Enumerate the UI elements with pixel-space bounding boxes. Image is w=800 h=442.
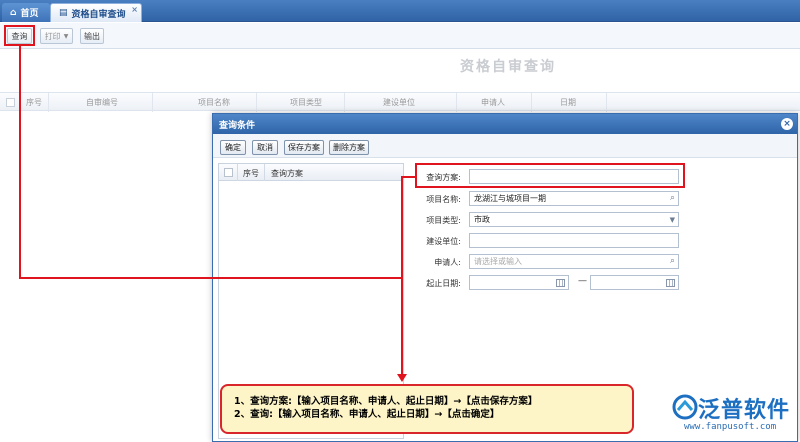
- calendar-icon[interactable]: [666, 279, 675, 287]
- export-button[interactable]: 输出: [80, 28, 104, 44]
- project-type-label: 项目类型:: [426, 216, 461, 225]
- instruction-line-2: 2、查询:【输入项目名称、申请人、起止日期】→【点击确定】: [234, 409, 500, 420]
- date-range-label: 起止日期:: [426, 279, 461, 288]
- instruction-note: 1、查询方案:【输入项目名称、申请人、起止日期】→【点击保存方案】 2、查询:【…: [220, 384, 634, 434]
- chevron-down-icon: ▼: [63, 32, 69, 40]
- grid-header: 序号 自审编号 项目名称 项目类型 建设单位 申请人 日期: [0, 92, 800, 112]
- instruction-line-1: 1、查询方案:【输入项目名称、申请人、起止日期】→【点击保存方案】: [234, 396, 538, 407]
- brand-url: www.fanpusoft.com: [684, 422, 777, 432]
- connector-line: [19, 46, 21, 279]
- project-name-input[interactable]: 龙湖江与城项目一期 ⌕: [469, 191, 679, 206]
- connector-line: [401, 176, 403, 376]
- col-applicant: 申请人: [481, 98, 505, 107]
- brand-name: 泛普软件: [698, 398, 791, 423]
- print-label: 打印: [44, 31, 61, 41]
- highlight-scheme-field: [415, 163, 685, 188]
- confirm-button[interactable]: 确定: [220, 140, 246, 155]
- search-icon[interactable]: ⌕: [670, 256, 675, 266]
- date-separator: —: [578, 276, 587, 286]
- project-name-value: 龙湖江与城项目一期: [474, 194, 546, 203]
- tab-bar: ⌂ 首页 ▤ 资格自审查询 ×: [0, 0, 800, 22]
- close-icon[interactable]: ×: [781, 118, 793, 130]
- col-project-name: 项目名称: [198, 98, 230, 107]
- applicant-label: 申请人:: [434, 258, 461, 267]
- dialog-titlebar: 查询条件 ×: [213, 114, 797, 134]
- project-name-label: 项目名称:: [426, 195, 461, 204]
- scheme-select-all-checkbox[interactable]: [224, 168, 233, 177]
- print-button[interactable]: 打印 ▼: [40, 28, 73, 44]
- dialog-title: 查询条件: [219, 120, 256, 131]
- col-construction-unit: 建设单位: [383, 98, 415, 107]
- search-icon[interactable]: ⌕: [670, 193, 675, 203]
- col-index: 序号: [26, 98, 42, 107]
- start-date-input[interactable]: [469, 275, 569, 290]
- col-audit-no: 自审编号: [86, 98, 118, 107]
- select-all-checkbox[interactable]: [6, 98, 15, 107]
- project-type-value: 市政: [474, 215, 490, 224]
- save-scheme-button[interactable]: 保存方案: [284, 140, 324, 155]
- home-icon: ⌂: [10, 7, 17, 18]
- applicant-placeholder: 请选择或输入: [474, 257, 522, 266]
- calendar-icon[interactable]: [556, 279, 565, 287]
- tab-qualification-query[interactable]: ▤ 资格自审查询 ×: [50, 3, 142, 22]
- chevron-down-icon[interactable]: ▼: [670, 216, 675, 224]
- scheme-list-header: 序号 查询方案: [219, 164, 403, 181]
- logo-icon: [672, 394, 698, 420]
- highlight-query-button: [4, 25, 35, 46]
- delete-scheme-button[interactable]: 删除方案: [329, 140, 369, 155]
- end-date-input[interactable]: [590, 275, 679, 290]
- tab-home-label: 首页: [20, 9, 39, 19]
- page-icon: ▤: [59, 8, 68, 18]
- tab-active-label: 资格自审查询: [71, 9, 126, 20]
- close-tab-icon[interactable]: ×: [131, 5, 138, 14]
- col-project-type: 项目类型: [290, 98, 322, 107]
- applicant-input[interactable]: 请选择或输入 ⌕: [469, 254, 679, 269]
- project-type-select[interactable]: 市政 ▼: [469, 212, 679, 227]
- connector-line: [19, 277, 403, 279]
- arrow-down-icon: [397, 374, 407, 382]
- col-date: 日期: [560, 98, 576, 107]
- connector-line: [401, 176, 415, 178]
- page-title: 资格自审查询: [460, 59, 556, 75]
- scheme-col-name: 查询方案: [271, 169, 303, 178]
- construction-unit-input[interactable]: [469, 233, 679, 248]
- brand-logo: 泛普软件 www.fanpusoft.com: [666, 392, 798, 440]
- scheme-col-index: 序号: [243, 169, 259, 178]
- toolbar: 查询 打印 ▼ 输出: [0, 23, 800, 49]
- dialog-toolbar: 确定 取消 保存方案 删除方案: [213, 134, 797, 158]
- construction-unit-label: 建设单位:: [426, 237, 461, 246]
- tab-home[interactable]: ⌂ 首页: [2, 3, 50, 22]
- cancel-button[interactable]: 取消: [252, 140, 278, 155]
